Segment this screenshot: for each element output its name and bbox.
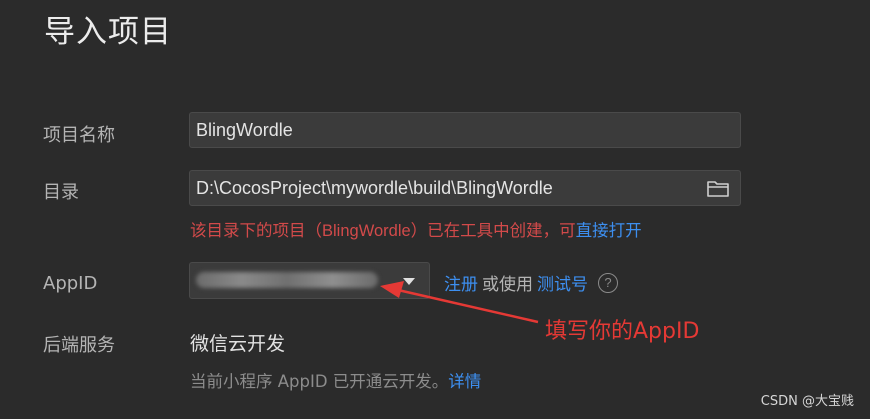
directory-label: 目录	[43, 182, 79, 203]
project-name-label: 项目名称	[43, 125, 115, 146]
appid-actions: 注册 或使用 测试号 ?	[444, 270, 618, 295]
project-name-value: BlingWordle	[196, 120, 293, 140]
chevron-down-icon	[403, 278, 415, 285]
annotation-arrow	[380, 281, 539, 324]
directory-error-message: 该目录下的项目（BlingWordle）已在工具中创建，可直接打开	[190, 217, 642, 241]
error-prefix: 该目录下的项目（	[190, 221, 322, 240]
folder-icon	[707, 181, 729, 197]
appid-select[interactable]	[189, 262, 430, 299]
error-suffix: ）已在工具中创建，可	[410, 221, 576, 240]
project-name-input[interactable]: BlingWordle	[189, 112, 741, 148]
backend-desc-text: 当前小程序 AppID 已开通云开发。	[190, 372, 449, 391]
register-link[interactable]: 注册	[444, 270, 478, 295]
watermark: CSDN @大宝贱	[760, 394, 854, 409]
backend-description: 当前小程序 AppID 已开通云开发。详情	[190, 368, 481, 392]
backend-service-value: 微信云开发	[190, 333, 286, 355]
directory-input[interactable]: D:\CocosProject\mywordle\build\BlingWord…	[189, 170, 741, 206]
or-use-text: 或使用	[482, 275, 533, 295]
appid-blurred-value	[196, 272, 378, 288]
test-account-link[interactable]: 测试号	[537, 270, 588, 295]
backend-label: 后端服务	[43, 335, 115, 356]
annotation-text: 填写你的AppID	[545, 319, 700, 344]
error-project-name: BlingWordle	[322, 222, 411, 240]
details-link[interactable]: 详情	[448, 372, 481, 391]
help-icon[interactable]: ?	[598, 272, 618, 293]
appid-label: AppID	[43, 273, 98, 294]
browse-folder-button[interactable]	[696, 171, 740, 205]
page-title: 导入项目	[44, 14, 172, 50]
directory-value: D:\CocosProject\mywordle\build\BlingWord…	[196, 178, 553, 198]
open-directly-link[interactable]: 直接打开	[576, 221, 642, 240]
